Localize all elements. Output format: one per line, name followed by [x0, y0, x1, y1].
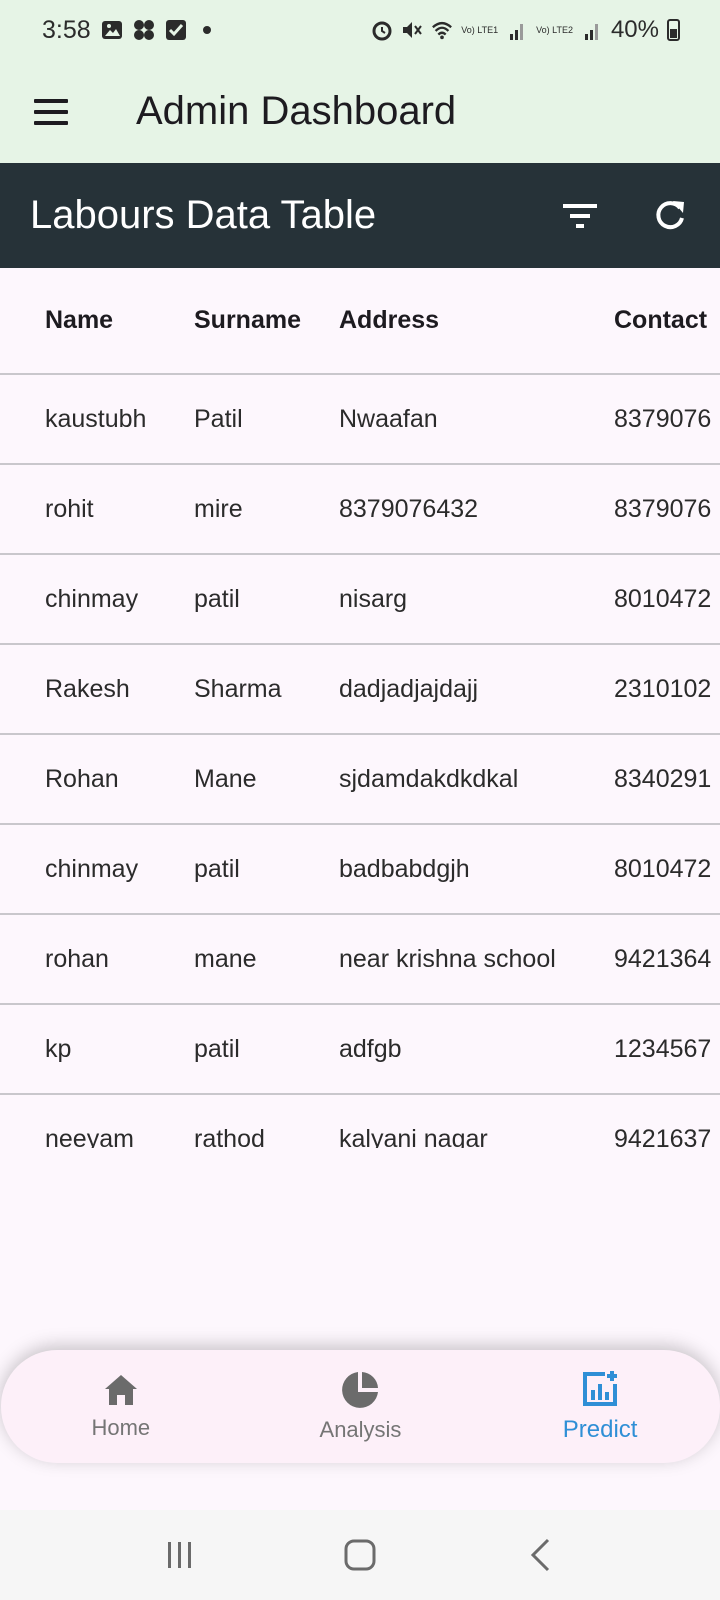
refresh-icon[interactable] [646, 192, 694, 240]
cell-surname: rathod [194, 1093, 339, 1148]
signal-1-icon [510, 24, 524, 40]
table-row[interactable]: Rakesh Sharma dadjadjajdajj 2310102 [0, 643, 720, 734]
cell-address: 8379076432 [339, 463, 614, 554]
status-bar: 3:58 Vo) LTE1 Vo) LTE2 40% [0, 0, 720, 60]
cell-contact: 1234567 [614, 1003, 720, 1094]
table-title: Labours Data Table [30, 193, 377, 237]
network-2-label: Vo) LTE2 [536, 24, 573, 35]
cell-surname: patil [194, 553, 339, 644]
filter-icon[interactable] [556, 192, 604, 240]
column-header-contact[interactable]: Contact [614, 268, 720, 374]
alarm-icon [372, 21, 392, 41]
table-row[interactable]: rohit mire 8379076432 8379076 [0, 463, 720, 554]
column-header-address[interactable]: Address [339, 268, 614, 374]
cell-address: Nwaafan [339, 373, 614, 464]
cell-contact: 8340291 [614, 733, 720, 824]
checkbox-icon [165, 20, 186, 40]
battery-percent: 40% [610, 16, 659, 43]
labours-data-table: Name Surname Address Contact kaustubh Pa… [0, 268, 720, 1148]
cell-address: sjdamdakdkdkal [339, 733, 614, 824]
cell-address: adfgb [339, 1003, 614, 1094]
signal-2-icon [584, 24, 598, 40]
notification-dot [202, 26, 211, 34]
status-right: Vo) LTE1 Vo) LTE2 40% [371, 16, 680, 44]
table-row[interactable]: kp patil adfgb 1234567 [0, 1003, 720, 1094]
status-left: 3:58 [42, 16, 211, 45]
battery-icon [667, 19, 680, 41]
cell-contact: 8379076 [614, 373, 720, 464]
wifi-icon [432, 21, 453, 40]
status-time: 3:58 [42, 15, 91, 44]
cell-contact: 9421364 [614, 913, 720, 1004]
column-header-surname[interactable]: Surname [194, 268, 339, 374]
back-icon[interactable] [510, 1525, 570, 1585]
table-header-row: Name Surname Address Contact [0, 268, 720, 374]
cell-name: neeyam [0, 1093, 194, 1148]
cell-contact: 9421637 [614, 1093, 720, 1148]
cell-name: kaustubh [0, 373, 194, 464]
system-navigation-bar [0, 1510, 720, 1600]
table-row[interactable]: kaustubh Patil Nwaafan 8379076 [0, 373, 720, 464]
bottom-navigation: Home Analysis Predict [1, 1350, 720, 1463]
cell-address: badbabdgjh [339, 823, 614, 914]
cell-contact: 2310102 [614, 643, 720, 734]
nav-label-analysis: Analysis [319, 1416, 402, 1442]
nav-item-analysis[interactable]: Analysis [260, 1371, 460, 1443]
cell-address: dadjadjajdajj [339, 643, 614, 734]
data-table: Name Surname Address Contact kaustubh Pa… [0, 268, 720, 1148]
table-row[interactable]: rohan mane near krishna school 9421364 [0, 913, 720, 1004]
cell-name: rohan [0, 913, 194, 1004]
app-title: Admin Dashboard [136, 89, 457, 133]
table-header-bar: Labours Data Table [0, 163, 720, 268]
nav-label-predict: Predict [562, 1415, 638, 1443]
gallery-icon [101, 21, 122, 39]
app-bar: Admin Dashboard [0, 60, 720, 163]
cell-address: near krishna school [339, 913, 614, 1004]
table-row[interactable]: Rohan Mane sjdamdakdkdkal 8340291 [0, 733, 720, 824]
cell-name: rohit [0, 463, 194, 554]
column-header-name[interactable]: Name [0, 268, 194, 374]
table-row[interactable]: chinmay patil badbabdgjh 8010472 [0, 823, 720, 914]
home-icon [104, 1374, 137, 1405]
home-button-icon[interactable] [330, 1525, 390, 1585]
cell-contact: 8010472 [614, 823, 720, 914]
network-1-label: Vo) LTE1 [461, 24, 499, 35]
cell-contact: 8010472 [614, 553, 720, 644]
cell-surname: Sharma [194, 643, 339, 734]
cell-address: nisarg [339, 553, 614, 644]
table-row[interactable]: chinmay patil nisarg 8010472 [0, 553, 720, 644]
cell-address: kalyani nagar [339, 1093, 614, 1148]
cell-name: kp [0, 1003, 194, 1094]
predict-chart-icon [583, 1370, 618, 1406]
nav-item-predict[interactable]: Predict [500, 1370, 700, 1444]
cell-name: Rohan [0, 733, 194, 824]
cell-surname: mane [194, 913, 339, 1004]
pie-chart-icon [342, 1371, 379, 1408]
hamburger-menu-icon[interactable] [34, 92, 74, 132]
cell-surname: mire [194, 463, 339, 554]
cell-contact: 8379076 [614, 463, 720, 554]
fan-icon [133, 20, 154, 40]
nav-item-home[interactable]: Home [21, 1373, 221, 1441]
mute-icon [403, 22, 423, 38]
cell-name: Rakesh [0, 643, 194, 734]
cell-name: chinmay [0, 823, 194, 914]
nav-label-home: Home [91, 1414, 151, 1440]
cell-surname: Mane [194, 733, 339, 824]
table-row[interactable]: neeyam rathod kalyani nagar 9421637 [0, 1093, 720, 1148]
cell-name: chinmay [0, 553, 194, 644]
recent-apps-icon[interactable] [150, 1525, 210, 1585]
cell-surname: Patil [194, 373, 339, 464]
cell-surname: patil [194, 823, 339, 914]
cell-surname: patil [194, 1003, 339, 1094]
